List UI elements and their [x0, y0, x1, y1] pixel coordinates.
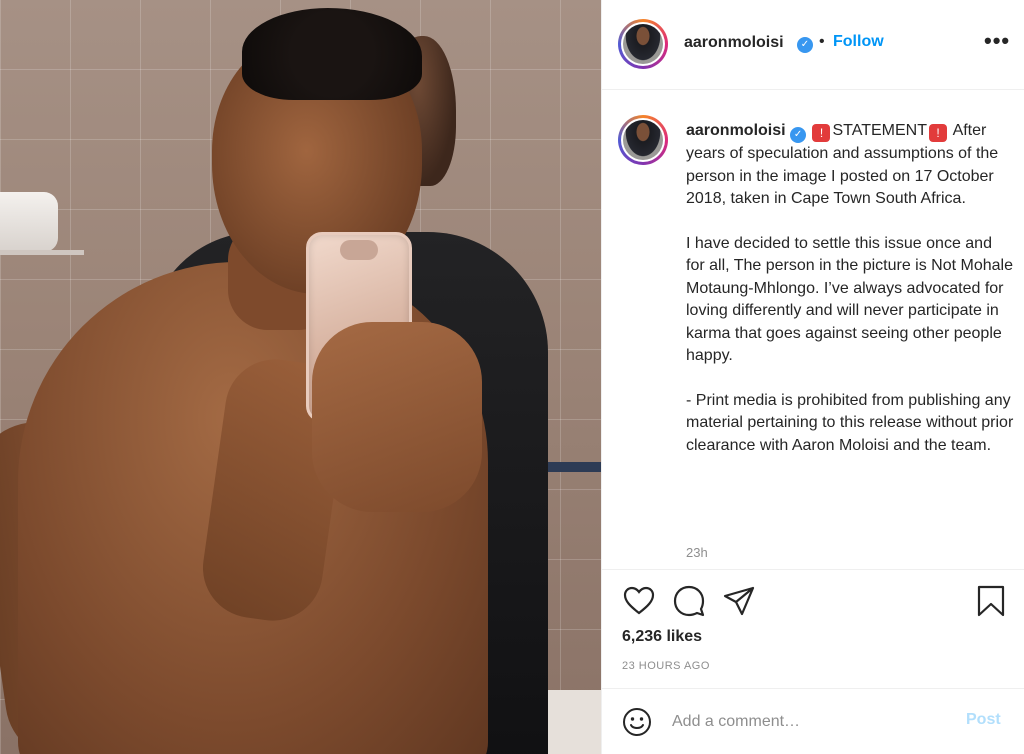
comment-input[interactable] [672, 707, 952, 737]
verified-check-icon: ✓ [797, 37, 813, 53]
caption-paragraph-1: I have decided to settle this issue once… [686, 234, 1013, 365]
caption-username[interactable]: aaronmoloisi [686, 122, 786, 139]
comment-icon[interactable] [672, 584, 706, 618]
phone-camera [340, 240, 378, 260]
towel-rail [0, 250, 84, 255]
hair [242, 8, 422, 100]
bookmark-icon[interactable] [974, 584, 1008, 618]
separator-dot: • [819, 33, 825, 50]
share-icon[interactable] [722, 584, 756, 618]
verified-check-icon: ✓ [790, 127, 807, 143]
heart-icon[interactable] [622, 584, 656, 618]
statement-label: STATEMENT [832, 122, 927, 139]
caption-text: aaronmoloisi ✓ ! STATEMENT! After years o… [686, 120, 1014, 457]
follow-button[interactable]: Follow [833, 33, 884, 51]
right-hand [312, 322, 482, 512]
post-comment-button[interactable]: Post [966, 711, 1001, 729]
action-bar: 6,236 likes 23 HOURS AGO [602, 569, 1024, 687]
like-count[interactable]: 6,236 likes [622, 628, 702, 646]
caption-timestamp[interactable]: 23h [686, 545, 708, 560]
caption-area: aaronmoloisi ✓ ! STATEMENT! After years o… [602, 91, 1024, 569]
post-date[interactable]: 23 HOURS AGO [622, 660, 710, 672]
post-sidebar: aaronmoloisi ✓ • Follow ••• aaronmoloisi… [601, 0, 1024, 754]
avatar[interactable] [618, 19, 668, 69]
siren-emoji-icon: ! [812, 124, 831, 142]
post-header: aaronmoloisi ✓ • Follow ••• [602, 0, 1024, 90]
siren-emoji-icon: ! [929, 124, 947, 142]
post-photo[interactable] [0, 0, 601, 754]
username-link[interactable]: aaronmoloisi [684, 34, 784, 52]
caption-paragraph-2: - Print media is prohibited from publish… [686, 391, 1014, 454]
more-options-icon[interactable]: ••• [984, 28, 1010, 54]
caption-avatar[interactable] [618, 115, 668, 165]
towel [0, 192, 58, 252]
comment-bar: Post [602, 688, 1024, 754]
emoji-smiley-icon[interactable] [622, 707, 652, 737]
